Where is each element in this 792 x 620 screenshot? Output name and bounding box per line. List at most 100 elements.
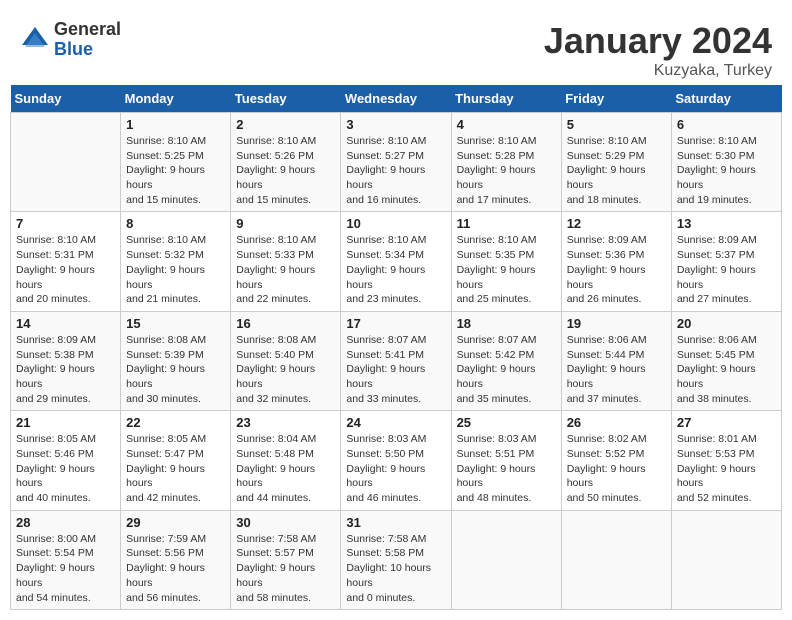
calendar-cell-w5-d7 [671, 510, 781, 609]
daylight-minutes: and 15 minutes. [126, 193, 225, 208]
daylight-hours: Daylight: 9 hours hours [236, 462, 335, 491]
daylight-minutes: and 35 minutes. [457, 392, 556, 407]
sunset-text: Sunset: 5:36 PM [567, 248, 666, 263]
calendar-cell-w1-d2: 1Sunrise: 8:10 AMSunset: 5:25 PMDaylight… [121, 113, 231, 212]
calendar-cell-w4-d7: 27Sunrise: 8:01 AMSunset: 5:53 PMDayligh… [671, 411, 781, 510]
day-number: 4 [457, 117, 556, 132]
day-number: 30 [236, 515, 335, 530]
sunset-text: Sunset: 5:35 PM [457, 248, 556, 263]
day-info: Sunrise: 8:10 AMSunset: 5:29 PMDaylight:… [567, 134, 666, 207]
sunrise-text: Sunrise: 8:09 AM [16, 333, 115, 348]
sunrise-text: Sunrise: 8:10 AM [126, 233, 225, 248]
day-number: 2 [236, 117, 335, 132]
sunrise-text: Sunrise: 8:01 AM [677, 432, 776, 447]
sunset-text: Sunset: 5:32 PM [126, 248, 225, 263]
sunrise-text: Sunrise: 8:10 AM [126, 134, 225, 149]
day-info: Sunrise: 8:10 AMSunset: 5:34 PMDaylight:… [346, 233, 445, 306]
col-sunday: Sunday [11, 85, 121, 113]
daylight-hours: Daylight: 9 hours hours [346, 462, 445, 491]
day-number: 31 [346, 515, 445, 530]
day-number: 6 [677, 117, 776, 132]
calendar-cell-w4-d5: 25Sunrise: 8:03 AMSunset: 5:51 PMDayligh… [451, 411, 561, 510]
daylight-hours: Daylight: 9 hours hours [236, 163, 335, 192]
calendar-cell-w2-d5: 11Sunrise: 8:10 AMSunset: 5:35 PMDayligh… [451, 212, 561, 311]
daylight-minutes: and 26 minutes. [567, 292, 666, 307]
col-monday: Monday [121, 85, 231, 113]
calendar-cell-w2-d3: 9Sunrise: 8:10 AMSunset: 5:33 PMDaylight… [231, 212, 341, 311]
sunset-text: Sunset: 5:42 PM [457, 348, 556, 363]
day-number: 25 [457, 415, 556, 430]
logo-blue-text: Blue [54, 40, 121, 60]
daylight-minutes: and 44 minutes. [236, 491, 335, 506]
day-info: Sunrise: 8:03 AMSunset: 5:50 PMDaylight:… [346, 432, 445, 505]
day-info: Sunrise: 8:05 AMSunset: 5:46 PMDaylight:… [16, 432, 115, 505]
sunrise-text: Sunrise: 8:06 AM [567, 333, 666, 348]
day-number: 1 [126, 117, 225, 132]
calendar-week-5: 28Sunrise: 8:00 AMSunset: 5:54 PMDayligh… [11, 510, 782, 609]
calendar-cell-w5-d5 [451, 510, 561, 609]
sunrise-text: Sunrise: 8:10 AM [457, 134, 556, 149]
daylight-hours: Daylight: 9 hours hours [457, 163, 556, 192]
day-number: 23 [236, 415, 335, 430]
daylight-hours: Daylight: 9 hours hours [457, 362, 556, 391]
daylight-hours: Daylight: 9 hours hours [457, 462, 556, 491]
calendar-cell-w3-d1: 14Sunrise: 8:09 AMSunset: 5:38 PMDayligh… [11, 311, 121, 410]
daylight-hours: Daylight: 9 hours hours [16, 263, 115, 292]
daylight-hours: Daylight: 9 hours hours [126, 462, 225, 491]
sunset-text: Sunset: 5:47 PM [126, 447, 225, 462]
day-info: Sunrise: 8:07 AMSunset: 5:42 PMDaylight:… [457, 333, 556, 406]
daylight-minutes: and 22 minutes. [236, 292, 335, 307]
daylight-minutes: and 58 minutes. [236, 591, 335, 606]
day-number: 24 [346, 415, 445, 430]
calendar-title: January 2024 [544, 20, 772, 62]
daylight-minutes: and 16 minutes. [346, 193, 445, 208]
sunrise-text: Sunrise: 8:09 AM [567, 233, 666, 248]
daylight-minutes: and 37 minutes. [567, 392, 666, 407]
sunset-text: Sunset: 5:30 PM [677, 149, 776, 164]
sunset-text: Sunset: 5:29 PM [567, 149, 666, 164]
calendar-table: Sunday Monday Tuesday Wednesday Thursday… [10, 85, 782, 610]
daylight-hours: Daylight: 9 hours hours [236, 263, 335, 292]
day-info: Sunrise: 8:10 AMSunset: 5:27 PMDaylight:… [346, 134, 445, 207]
sunrise-text: Sunrise: 7:59 AM [126, 532, 225, 547]
sunset-text: Sunset: 5:40 PM [236, 348, 335, 363]
day-info: Sunrise: 8:10 AMSunset: 5:30 PMDaylight:… [677, 134, 776, 207]
sunrise-text: Sunrise: 8:10 AM [346, 134, 445, 149]
daylight-hours: Daylight: 9 hours hours [457, 263, 556, 292]
day-number: 7 [16, 216, 115, 231]
calendar-cell-w3-d7: 20Sunrise: 8:06 AMSunset: 5:45 PMDayligh… [671, 311, 781, 410]
calendar-cell-w3-d3: 16Sunrise: 8:08 AMSunset: 5:40 PMDayligh… [231, 311, 341, 410]
day-number: 19 [567, 316, 666, 331]
col-friday: Friday [561, 85, 671, 113]
col-thursday: Thursday [451, 85, 561, 113]
day-number: 3 [346, 117, 445, 132]
calendar-week-4: 21Sunrise: 8:05 AMSunset: 5:46 PMDayligh… [11, 411, 782, 510]
col-wednesday: Wednesday [341, 85, 451, 113]
calendar-cell-w4-d4: 24 Sunrise: 8:03 AMSunset: 5:50 PMDayligh… [341, 411, 451, 510]
sunrise-text: Sunrise: 8:10 AM [677, 134, 776, 149]
col-saturday: Saturday [671, 85, 781, 113]
sunrise-text: Sunrise: 8:02 AM [567, 432, 666, 447]
daylight-minutes: and 23 minutes. [346, 292, 445, 307]
sunset-text: Sunset: 5:39 PM [126, 348, 225, 363]
daylight-hours: Daylight: 9 hours hours [567, 263, 666, 292]
day-info: Sunrise: 8:10 AMSunset: 5:28 PMDaylight:… [457, 134, 556, 207]
daylight-minutes: and 17 minutes. [457, 193, 556, 208]
calendar-cell-w2-d4: 10Sunrise: 8:10 AMSunset: 5:34 PMDayligh… [341, 212, 451, 311]
day-number: 8 [126, 216, 225, 231]
day-number: 15 [126, 316, 225, 331]
day-info: Sunrise: 8:02 AMSunset: 5:52 PMDaylight:… [567, 432, 666, 505]
calendar-cell-w1-d4: 3 Sunrise: 8:10 AMSunset: 5:27 PMDaylight… [341, 113, 451, 212]
day-info: Sunrise: 8:08 AMSunset: 5:39 PMDaylight:… [126, 333, 225, 406]
col-tuesday: Tuesday [231, 85, 341, 113]
sunset-text: Sunset: 5:38 PM [16, 348, 115, 363]
daylight-hours: Daylight: 9 hours hours [126, 362, 225, 391]
sunrise-text: Sunrise: 8:08 AM [126, 333, 225, 348]
sunrise-text: Sunrise: 8:10 AM [236, 233, 335, 248]
daylight-hours: Daylight: 9 hours hours [346, 362, 445, 391]
daylight-hours: Daylight: 9 hours hours [677, 263, 776, 292]
sunrise-text: Sunrise: 8:05 AM [16, 432, 115, 447]
day-info: Sunrise: 8:04 AMSunset: 5:48 PMDaylight:… [236, 432, 335, 505]
day-number: 28 [16, 515, 115, 530]
daylight-hours: Daylight: 9 hours hours [567, 362, 666, 391]
